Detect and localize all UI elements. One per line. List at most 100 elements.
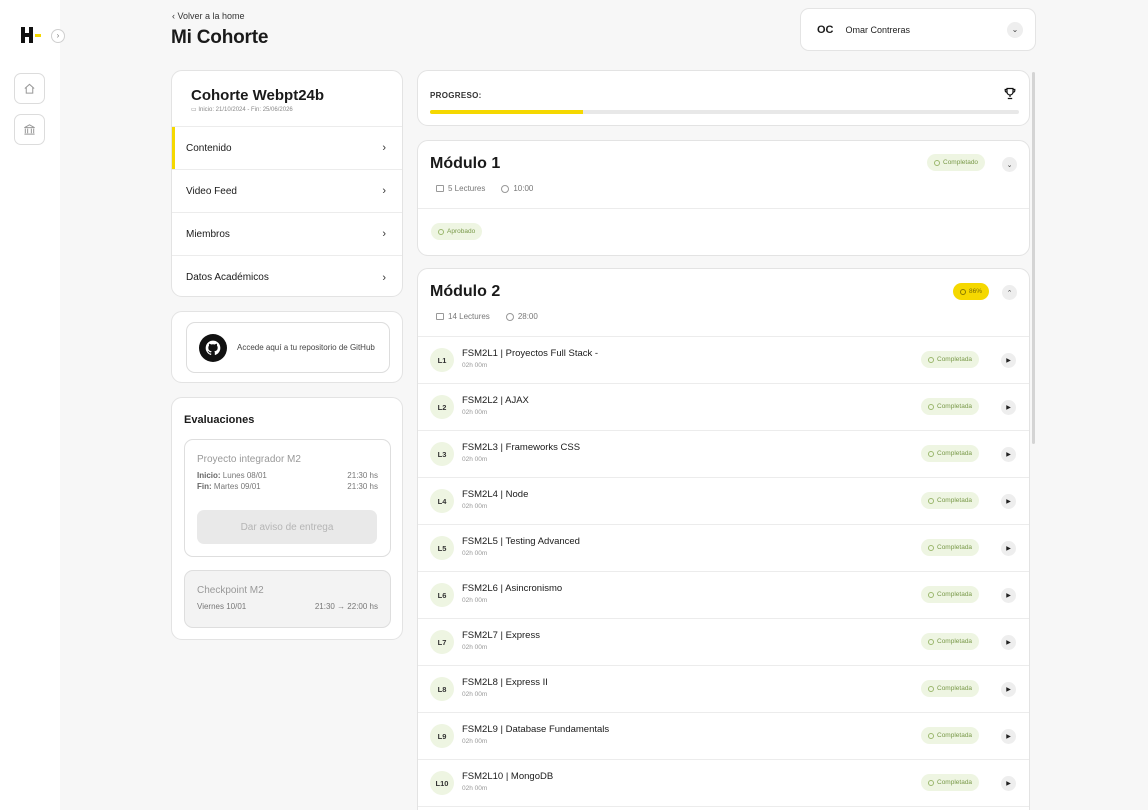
progress-bar-fill bbox=[430, 110, 584, 114]
evaluations-title: Evaluaciones bbox=[184, 414, 255, 426]
lesson-number: L5 bbox=[430, 536, 454, 560]
building-icon bbox=[24, 124, 35, 135]
lesson-row[interactable]: L7 FSM2L7 | Express 02h 00m Completada ▶ bbox=[418, 619, 1029, 666]
chevron-right-icon: › bbox=[382, 142, 386, 154]
submit-delivery-button[interactable]: Dar aviso de entrega bbox=[197, 510, 377, 544]
lesson-row[interactable]: L1 FSM2L1 | Proyectos Full Stack - 02h 00m… bbox=[418, 337, 1029, 384]
play-button[interactable]: ▶ bbox=[1001, 541, 1016, 556]
lesson-title: FSM2L6 | Asincronismo bbox=[462, 583, 563, 594]
status-text: Completada bbox=[937, 591, 973, 598]
chevron-right-icon: › bbox=[382, 228, 386, 240]
play-icon: ▶ bbox=[1006, 452, 1011, 458]
lesson-title: FSM2L9 | Database Fundamentals bbox=[462, 724, 610, 735]
lesson-row[interactable]: L4 FSM2L4 | Node 02h 00m Completada ▶ bbox=[418, 478, 1029, 525]
start-time: 21:30 hs bbox=[347, 471, 378, 480]
expand-toggle-button[interactable]: ⌄ bbox=[1002, 157, 1017, 172]
evaluation-end: Fin: Martes 09/01 21:30 hs bbox=[197, 481, 378, 492]
status-badge: Completada bbox=[921, 539, 980, 556]
lesson-number: L10 bbox=[430, 771, 454, 795]
play-button[interactable]: ▶ bbox=[1001, 588, 1016, 603]
status-badge: Completada bbox=[921, 727, 980, 744]
result-badge: Aprobado bbox=[431, 223, 483, 240]
module-duration: 10:00 bbox=[513, 184, 534, 193]
start-label: Inicio: bbox=[197, 471, 221, 480]
evaluation-time: 21:30 → 22:00 hs bbox=[314, 602, 378, 611]
lesson-duration: 02h 00m bbox=[462, 785, 488, 792]
module-meta: 14 Lectures 28:00 bbox=[436, 312, 538, 321]
chevron-right-icon: › bbox=[56, 31, 60, 40]
scrollbar-thumb[interactable] bbox=[1032, 72, 1035, 444]
module-lectures: 14 Lectures bbox=[448, 312, 490, 321]
github-repo-link[interactable]: Accede aquí a tu repositorio de GitHub bbox=[186, 322, 390, 373]
play-icon: ▶ bbox=[1006, 499, 1011, 505]
lesson-number: L7 bbox=[430, 630, 454, 654]
campus-button[interactable] bbox=[14, 114, 45, 145]
trophy-icon bbox=[1004, 87, 1016, 103]
cohort-menu-item-miembros[interactable]: Miembros › bbox=[172, 213, 402, 256]
lesson-row[interactable]: L5 FSM2L5 | Testing Advanced 02h 00m Comple… bbox=[418, 525, 1029, 572]
user-menu[interactable]: OC Omar Contreras ⌄ bbox=[800, 8, 1036, 51]
lesson-number: L9 bbox=[430, 724, 454, 748]
back-link[interactable]: ‹ Volver a la home bbox=[172, 11, 245, 21]
lesson-title: FSM2L7 | Express bbox=[462, 630, 540, 641]
github-icon bbox=[199, 333, 227, 362]
module-meta: 5 Lectures 10:00 bbox=[436, 184, 533, 193]
lesson-list: L1 FSM2L1 | Proyectos Full Stack - 02h 00m… bbox=[418, 337, 1029, 807]
lesson-title: FSM2L3 | Frameworks CSS bbox=[462, 442, 581, 453]
play-button[interactable]: ▶ bbox=[1001, 447, 1016, 462]
page-title: Mi Cohorte bbox=[171, 27, 269, 48]
sidebar-expand-button[interactable]: › bbox=[51, 29, 65, 43]
play-button[interactable]: ▶ bbox=[1001, 353, 1016, 368]
module-header[interactable]: Módulo 2 14 Lectures 28:00 86% ⌃ bbox=[418, 269, 1029, 337]
play-button[interactable]: ▶ bbox=[1001, 682, 1016, 697]
collapse-toggle-button[interactable]: ⌃ bbox=[1002, 285, 1017, 300]
chevron-up-icon: ⌃ bbox=[1006, 289, 1013, 297]
status-badge: Completada bbox=[921, 351, 980, 368]
check-circle-icon bbox=[960, 288, 966, 295]
check-circle-icon bbox=[934, 159, 940, 166]
play-button[interactable]: ▶ bbox=[1001, 776, 1016, 791]
status-badge: Completada bbox=[921, 680, 980, 697]
status-badge: Completada bbox=[921, 774, 980, 791]
check-circle-icon bbox=[928, 779, 934, 786]
lesson-row[interactable]: L8 FSM2L8 | Express II 02h 00m Completada ▶ bbox=[418, 666, 1029, 713]
lesson-row[interactable]: L9 FSM2L9 | Database Fundamentals 02h 00m C… bbox=[418, 713, 1029, 760]
check-circle-icon bbox=[928, 403, 934, 410]
play-button[interactable]: ▶ bbox=[1001, 400, 1016, 415]
lesson-title: FSM2L2 | AJAX bbox=[462, 395, 529, 406]
module-duration: 28:00 bbox=[517, 312, 538, 321]
status-text: Completado bbox=[943, 159, 979, 166]
menu-label: Datos Académicos bbox=[186, 272, 269, 283]
cohort-menu-item-video-feed[interactable]: Video Feed › bbox=[172, 170, 402, 213]
lesson-row[interactable]: L2 FSM2L2 | AJAX 02h 00m Completada ▶ bbox=[418, 384, 1029, 431]
clock-icon bbox=[501, 184, 510, 193]
lesson-row[interactable]: L6 FSM2L6 | Asincronismo 02h 00m Completada… bbox=[418, 572, 1029, 619]
lesson-duration: 02h 00m bbox=[462, 738, 488, 745]
chevron-down-icon: ⌄ bbox=[1006, 161, 1013, 169]
status-text: Completada bbox=[937, 450, 973, 457]
lesson-row[interactable]: L3 FSM2L3 | Frameworks CSS 02h 00m Completa… bbox=[418, 431, 1029, 478]
cohort-menu-item-datos-academicos[interactable]: Datos Académicos › bbox=[172, 256, 402, 296]
play-icon: ▶ bbox=[1006, 358, 1011, 364]
menu-label: Contenido bbox=[186, 142, 232, 154]
lesson-row[interactable]: L10 FSM2L10 | MongoDB 02h 00m Completada ▶ bbox=[418, 760, 1029, 807]
play-button[interactable]: ▶ bbox=[1001, 729, 1016, 744]
evaluation-item: Checkpoint M2 Viernes 10/01 21:30 → 22:0… bbox=[184, 570, 391, 628]
lectures-icon bbox=[436, 185, 444, 192]
lesson-number: L4 bbox=[430, 489, 454, 513]
user-initials: OC bbox=[817, 23, 834, 36]
chevron-down-icon[interactable]: ⌄ bbox=[1007, 21, 1023, 38]
play-button[interactable]: ▶ bbox=[1001, 494, 1016, 509]
lesson-duration: 02h 00m bbox=[462, 409, 488, 416]
module-card: Módulo 2 14 Lectures 28:00 86% ⌃ L1 FSM2L… bbox=[417, 268, 1030, 810]
module-header[interactable]: Módulo 1 5 Lectures 10:00 Completado ⌄ bbox=[418, 141, 1029, 209]
home-button[interactable] bbox=[14, 73, 45, 104]
cohort-card: Cohorte Webpt24b ▭ Inicio: 21/10/2024 - … bbox=[171, 70, 403, 297]
back-link-label: Volver a la home bbox=[177, 11, 245, 21]
status-badge: Completado bbox=[927, 154, 986, 171]
lesson-duration: 02h 00m bbox=[462, 456, 488, 463]
play-button[interactable]: ▶ bbox=[1001, 635, 1016, 650]
brand-logo[interactable] bbox=[21, 27, 41, 43]
lesson-duration: 02h 00m bbox=[462, 550, 488, 557]
cohort-menu-item-contenido[interactable]: Contenido › bbox=[172, 127, 402, 170]
